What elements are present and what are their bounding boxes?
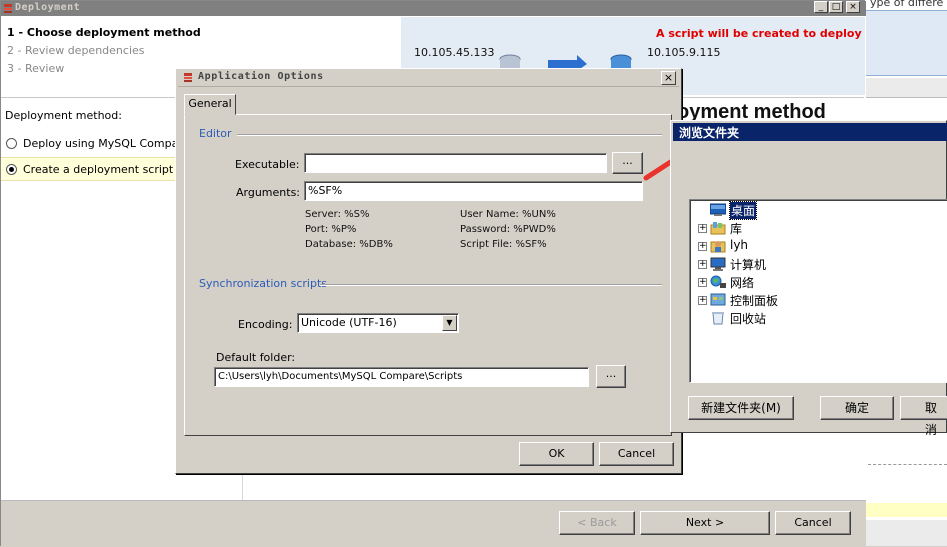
expand-icon[interactable]: +	[698, 260, 707, 269]
encoding-select[interactable]: Unicode (UTF-16) ▼	[297, 313, 459, 333]
editor-group-heading: Editor	[199, 127, 232, 140]
group-divider	[320, 284, 662, 286]
background-toolbar	[866, 78, 947, 98]
network-icon	[710, 275, 726, 288]
application-options-dialog: Application Options × General Editor Exe…	[175, 68, 682, 474]
tree-label: 网络	[730, 276, 755, 290]
tree-item-recycle-bin[interactable]: 回收站	[690, 310, 947, 328]
browse-folder-dialog: 浏览文件夹 桌面 + 库 + lyh + 计算机 + 网络 + 控制面板 回收站…	[670, 120, 947, 437]
background-partial-text: ype of differe	[870, 0, 944, 9]
radio-selected-icon[interactable]	[6, 164, 17, 175]
background-divider	[868, 464, 947, 465]
arguments-input[interactable]: %SF%	[304, 181, 643, 201]
tree-label: 库	[730, 222, 743, 236]
macro-user-name: User Name: %UN%	[460, 209, 556, 220]
executable-label: Executable:	[235, 158, 300, 171]
close-button[interactable]: ×	[846, 1, 860, 13]
script-note: A script will be created to deploy	[656, 27, 862, 40]
macro-port: Port: %P%	[305, 224, 357, 235]
sync-group-heading: Synchronization scripts	[199, 277, 327, 290]
control-panel-icon	[710, 293, 726, 306]
deployment-titlebar[interactable]	[1, 1, 866, 16]
step-choose-method: 1 - Choose deployment method	[7, 26, 201, 39]
desktop-icon	[710, 203, 726, 216]
deployment-method-label: Deployment method:	[5, 109, 122, 122]
browse-ok-button[interactable]: 确定	[820, 396, 894, 420]
tab-general[interactable]: General	[184, 94, 236, 115]
tree-item-control-panel[interactable]: + 控制面板	[690, 292, 947, 310]
options-cancel-button[interactable]: Cancel	[599, 442, 674, 466]
recycle-bin-icon	[712, 312, 724, 325]
background-footer	[866, 520, 947, 546]
general-tab-panel: Editor Executable: ... Arguments: %SF% S…	[184, 114, 672, 436]
step-review: 3 - Review	[7, 62, 65, 75]
tree-label: 桌面	[728, 201, 758, 220]
options-close-button[interactable]: ×	[661, 71, 676, 85]
expand-icon[interactable]: +	[698, 242, 707, 251]
encoding-label: Encoding:	[238, 318, 293, 331]
tree-item-desktop[interactable]: 桌面	[690, 201, 947, 220]
macro-script-file: Script File: %SF%	[460, 239, 547, 250]
arguments-label: Arguments:	[236, 186, 301, 199]
expand-icon[interactable]: +	[698, 278, 707, 287]
app-logo-icon	[4, 4, 12, 13]
folder-browse-button[interactable]: ...	[596, 365, 626, 388]
options-ok-button[interactable]: OK	[519, 442, 594, 466]
tree-label: 回收站	[730, 312, 767, 326]
browse-title: 浏览文件夹	[679, 126, 740, 140]
maximize-button[interactable]: □	[829, 1, 843, 13]
browse-titlebar[interactable]: 浏览文件夹	[673, 123, 947, 141]
radio-icon[interactable]	[6, 138, 17, 149]
tree-label: lyh	[730, 238, 749, 252]
tree-item-library[interactable]: + 库	[690, 220, 947, 238]
default-folder-label: Default folder:	[216, 351, 296, 364]
options-title: Application Options	[198, 71, 324, 82]
macro-password: Password: %PWD%	[460, 224, 556, 235]
encoding-value: Unicode (UTF-16)	[301, 316, 397, 329]
new-folder-button[interactable]: 新建文件夹(M)	[688, 396, 794, 420]
tree-item-network[interactable]: + 网络	[690, 274, 947, 292]
expand-icon[interactable]: +	[698, 296, 707, 305]
background-highlight-row	[866, 503, 947, 517]
user-folder-icon	[710, 241, 726, 253]
group-divider	[237, 134, 662, 136]
option-label: Deploy using MySQL Compare	[23, 137, 190, 150]
background-banner	[866, 10, 947, 76]
step-review-dependencies: 2 - Review dependencies	[7, 44, 145, 57]
default-folder-input[interactable]: C:\Users\lyh\Documents\MySQL Compare\Scr…	[214, 367, 589, 387]
dropdown-arrow-icon[interactable]: ▼	[442, 315, 457, 331]
browse-cancel-button[interactable]: 取消	[900, 396, 947, 437]
deployment-title: Deployment	[15, 2, 81, 13]
library-icon	[710, 222, 726, 235]
macro-database: Database: %DB%	[305, 239, 393, 250]
app-logo-icon	[184, 73, 192, 82]
expand-icon[interactable]: +	[698, 224, 707, 233]
target-ip: 10.105.9.115	[647, 46, 721, 59]
wizard-footer: < Back Next > Cancel	[1, 500, 866, 547]
next-button[interactable]: Next >	[640, 511, 770, 535]
source-ip: 10.105.45.133	[414, 46, 495, 59]
back-button[interactable]: < Back	[559, 511, 635, 535]
tree-label: 控制面板	[730, 294, 779, 308]
minimize-button[interactable]: _	[814, 1, 828, 13]
cancel-button[interactable]: Cancel	[775, 511, 851, 535]
macro-server: Server: %S%	[305, 209, 370, 220]
computer-icon	[710, 257, 726, 271]
tree-label: 计算机	[730, 258, 767, 272]
tree-item-user[interactable]: + lyh	[690, 238, 947, 256]
executable-browse-button[interactable]: ...	[612, 152, 643, 174]
tree-item-computer[interactable]: + 计算机	[690, 256, 947, 274]
executable-input[interactable]	[304, 153, 607, 173]
option-label: Create a deployment script	[23, 163, 174, 176]
folder-tree[interactable]: 桌面 + 库 + lyh + 计算机 + 网络 + 控制面板 回收站	[689, 199, 947, 383]
